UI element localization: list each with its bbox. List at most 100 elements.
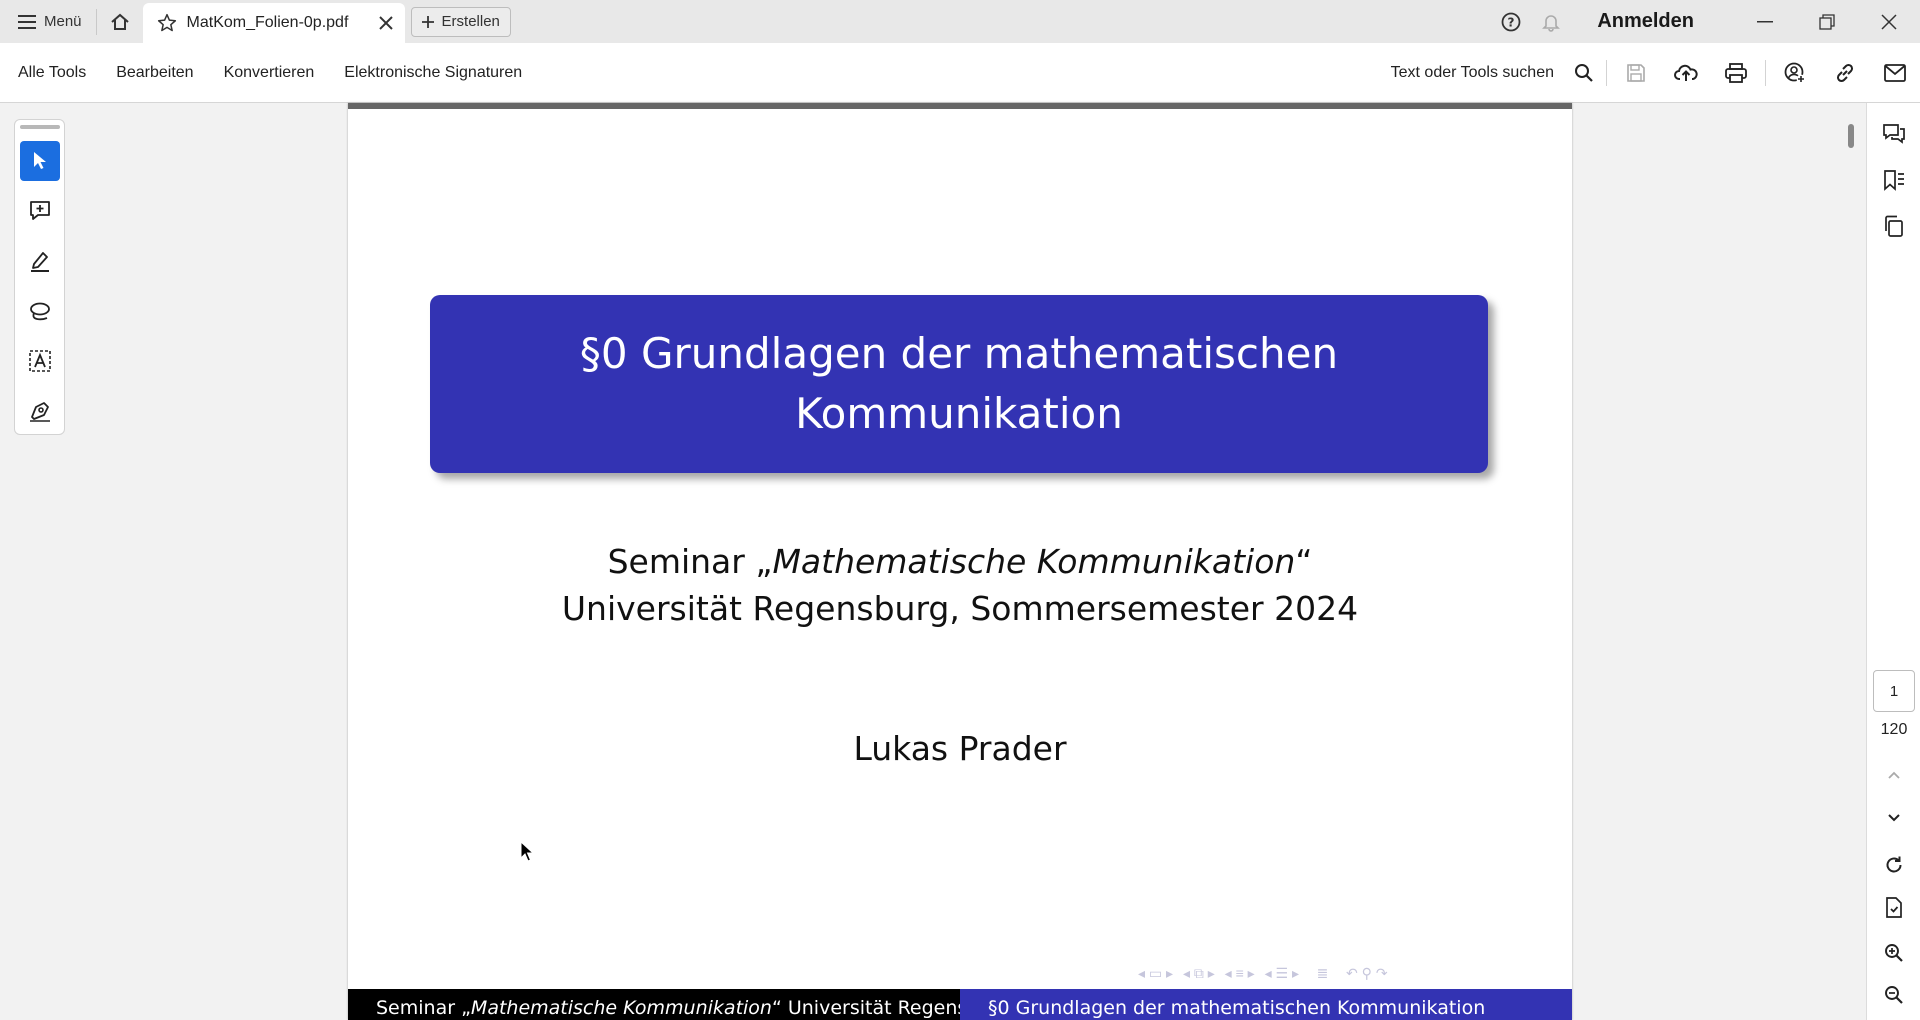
footer-left-suffix: “ Universität Regensburg, Sommersemester… (771, 996, 960, 1019)
help-icon: ? (1501, 12, 1521, 31)
select-tool-icon (33, 152, 46, 169)
nav-toc-icon[interactable]: ◂ ☰ ▸ (1261, 965, 1299, 982)
bookmarks-panel-button[interactable] (1867, 157, 1920, 203)
draw-button[interactable] (20, 291, 60, 331)
zoom-out-button[interactable] (1867, 975, 1920, 1015)
upload-cloud-button[interactable] (1661, 43, 1711, 103)
footer-left-italic: Mathematische Kommunikation (470, 996, 772, 1019)
scrollbar-thumb[interactable] (1848, 124, 1854, 148)
search-tools-label[interactable]: Text oder Tools suchen (1391, 64, 1554, 82)
slide-subtitle-line2: Universität Regensburg, Sommersemester 2… (561, 589, 1359, 628)
pages-copy-icon (1885, 215, 1903, 237)
svg-text:?: ? (1508, 15, 1515, 29)
star-icon[interactable] (157, 13, 177, 33)
restore-button[interactable] (1796, 0, 1858, 43)
minimize-icon (1757, 20, 1773, 22)
mouse-cursor-icon (520, 841, 534, 862)
home-button[interactable] (97, 0, 143, 43)
sign-pen-icon (29, 402, 50, 422)
copy-link-button[interactable] (1820, 43, 1870, 103)
menu-e-signatures[interactable]: Elektronische Signaturen (344, 64, 522, 82)
subtitle-prefix: Seminar „ (607, 542, 773, 581)
panel-grip[interactable] (19, 125, 60, 129)
slide-subtitle-line1: Seminar „Mathematische Kommunikation“ (348, 542, 1572, 581)
close-icon[interactable] (378, 16, 393, 30)
footer-left: Seminar „ Mathematische Kommunikation “ Un… (348, 989, 960, 1020)
nav-back-search-icon[interactable]: ↶ ⚲ ↷ (1334, 965, 1388, 982)
page-number-input[interactable]: 1 (1873, 670, 1915, 712)
slide-footer: Seminar „ Mathematische Kommunikation “ Un… (348, 989, 1572, 1020)
notifications-button[interactable] (1531, 0, 1571, 43)
document-viewport[interactable]: §0 Grundlagen der mathematischen Kommuni… (0, 103, 1866, 1020)
nav-section-icon[interactable]: ◂ ≡ ▸ (1221, 965, 1255, 982)
bell-icon (1542, 14, 1561, 32)
add-comment-icon (29, 201, 50, 220)
next-page-button[interactable] (1867, 798, 1920, 838)
comments-panel-button[interactable] (1867, 111, 1920, 157)
menu-button[interactable]: Menü (0, 0, 96, 43)
chevron-down-icon (1888, 814, 1900, 822)
slide-title-line2: Kommunikation (795, 389, 1123, 438)
window-close-button[interactable] (1858, 0, 1920, 43)
cloud-upload-icon (1674, 64, 1698, 81)
bookmark-icon (1884, 170, 1904, 191)
main-toolbar: Alle Tools Bearbeiten Konvertieren Elekt… (0, 43, 1920, 103)
page-settings-button[interactable] (1867, 888, 1920, 928)
email-button[interactable] (1870, 43, 1920, 103)
pdf-page[interactable]: §0 Grundlagen der mathematischen Kommuni… (348, 103, 1572, 1020)
link-icon (1836, 63, 1854, 82)
print-button[interactable] (1711, 43, 1761, 103)
divider (1765, 59, 1766, 86)
highlight-button[interactable] (20, 241, 60, 281)
rotate-button[interactable] (1867, 845, 1920, 885)
slide-title-line1: §0 Grundlagen der mathematischen (579, 329, 1339, 378)
help-button[interactable]: ? (1491, 0, 1531, 43)
zoom-in-button[interactable] (1867, 933, 1920, 973)
tab-title: MatKom_Folien-0p.pdf (186, 14, 349, 31)
create-label: Erstellen (441, 13, 500, 30)
divider (1606, 59, 1607, 86)
search-icon (1575, 63, 1593, 82)
nav-align-icon[interactable]: ≣ (1305, 965, 1329, 982)
select-tool-button[interactable] (19, 141, 60, 181)
sign-button[interactable] (20, 391, 60, 431)
prev-page-button[interactable] (1867, 755, 1920, 795)
restore-icon (1819, 13, 1835, 30)
window-close-icon (1881, 13, 1897, 30)
text-select-icon (28, 350, 51, 372)
search-button[interactable] (1566, 43, 1602, 103)
slide-author: Lukas Prader (853, 729, 1067, 768)
add-comment-button[interactable] (20, 191, 60, 231)
document-settings-icon (1886, 897, 1902, 918)
minimize-button[interactable] (1734, 0, 1796, 43)
pages-panel-button[interactable] (1867, 203, 1920, 249)
nav-subsection-icon[interactable]: ◂ ⧉ ▸ (1179, 965, 1215, 982)
save-icon (1627, 63, 1645, 82)
lasso-draw-icon (29, 302, 50, 321)
page-total: 120 (1880, 721, 1908, 738)
menu-convert[interactable]: Konvertieren (224, 64, 315, 82)
slide-title-block: §0 Grundlagen der mathematischen Kommuni… (430, 295, 1488, 473)
hamburger-icon (18, 14, 36, 29)
title-bar: Menü MatKom_Folien-0p.pdf Erstellen ? An… (0, 0, 1920, 43)
create-button[interactable]: Erstellen (410, 6, 511, 37)
menu-all-tools[interactable]: Alle Tools (18, 64, 86, 82)
user-add-icon (1784, 62, 1806, 83)
save-button[interactable] (1611, 43, 1661, 103)
menu-edit[interactable]: Bearbeiten (116, 64, 193, 82)
signin-button[interactable]: Anmelden (1597, 10, 1694, 33)
subtitle-suffix: “ (1295, 542, 1313, 581)
subtitle-italic: Mathematische Kommunikation (772, 542, 1296, 581)
mail-icon (1884, 63, 1906, 82)
printer-icon (1725, 62, 1747, 83)
text-box-button[interactable] (20, 341, 60, 381)
zoom-out-icon (1885, 986, 1903, 1004)
nav-frame-icon[interactable]: ◂ ▭ ▸ (1138, 965, 1173, 982)
quick-tools-panel (14, 119, 65, 435)
beamer-navigation[interactable]: ◂ ▭ ▸ ◂ ⧉ ▸ ◂ ≡ ▸ ◂ ☰ ▸ ≣ ↶ ⚲ ↷ (1138, 965, 1388, 982)
refresh-icon (1886, 856, 1902, 873)
share-user-button[interactable] (1770, 43, 1820, 103)
document-tab[interactable]: MatKom_Folien-0p.pdf (142, 3, 405, 43)
right-rail: 1 120 (1866, 103, 1920, 1020)
home-icon (110, 13, 129, 30)
